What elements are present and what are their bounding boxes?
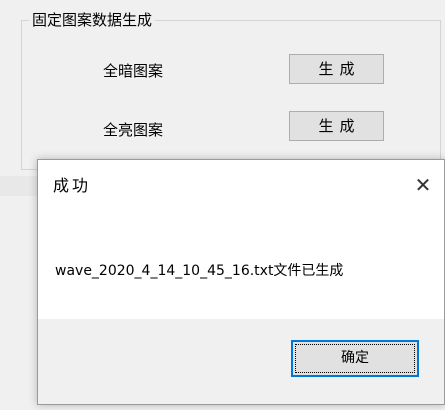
- generate-bright-button[interactable]: 生成: [289, 111, 384, 141]
- main-window: 固定图案数据生成 全暗图案 生成 全亮图案 生成 成功 ✕ wave_2020_…: [0, 0, 445, 410]
- dialog-footer: 确定: [38, 319, 444, 404]
- dialog-titlebar: 成功 ✕: [38, 160, 444, 212]
- ok-button[interactable]: 确定: [291, 340, 419, 377]
- groupbox-title: 固定图案数据生成: [29, 10, 156, 30]
- generate-dark-button[interactable]: 生成: [289, 54, 384, 84]
- dialog-title: 成功: [53, 176, 92, 195]
- ok-button-label: 确定: [295, 344, 415, 373]
- dialog-message: wave_2020_4_14_10_45_16.txt文件已生成: [55, 263, 344, 279]
- all-bright-pattern-label: 全亮图案: [103, 121, 164, 139]
- success-dialog: 成功 ✕ wave_2020_4_14_10_45_16.txt文件已生成 确定: [37, 159, 445, 405]
- pattern-groupbox: [21, 20, 441, 170]
- all-dark-pattern-label: 全暗图案: [103, 62, 164, 80]
- close-icon[interactable]: ✕: [410, 172, 436, 198]
